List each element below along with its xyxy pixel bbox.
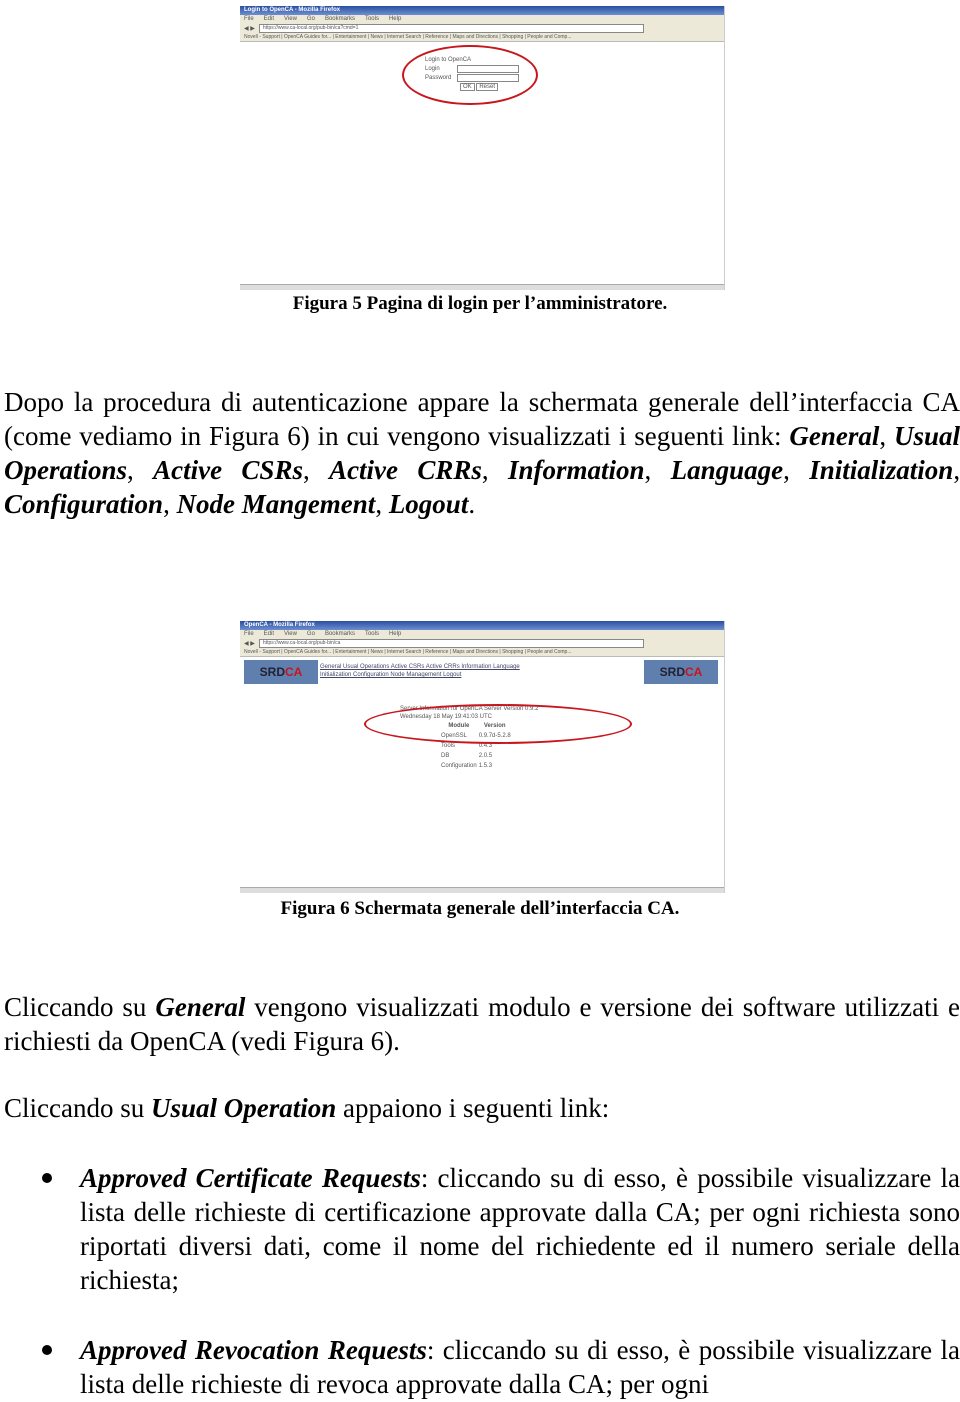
link-configuration: Configuration — [4, 489, 164, 519]
link-language: Language — [670, 455, 784, 485]
window-title: OpenCA - Mozilla Firefox — [240, 621, 724, 630]
srd-ca-logo-left: SRDCA — [244, 660, 318, 684]
menu-view: View — [284, 16, 297, 22]
link-active-csrs: Active CSRs — [153, 455, 303, 485]
menu-file: File — [244, 631, 254, 637]
annotation-ellipse — [364, 704, 632, 744]
paragraph-1: Dopo la procedura di autenticazione appa… — [4, 387, 960, 519]
menu-bookmarks: Bookmarks — [324, 631, 355, 637]
logo-text: SRD — [659, 665, 685, 679]
paragraph-3: Cliccando su Usual Operation appaiono i … — [4, 1091, 960, 1125]
nav-line: General Usual Operations Active CSRs Act… — [320, 664, 520, 670]
figure6-caption: Figura 6 Schermata generale dell’interfa… — [280, 898, 680, 919]
link-general: General — [155, 992, 246, 1022]
logo-accent: CA — [685, 665, 703, 679]
menu-help: Help — [388, 16, 402, 22]
menu-tools: Tools — [364, 16, 379, 22]
nav-bar: ◀ ▶ https://www.ca-local.org/pub-bin/ca — [240, 638, 724, 648]
bullet-icon — [42, 1345, 52, 1355]
logo-accent: CA — [285, 665, 303, 679]
menu-go: Go — [306, 16, 315, 22]
link-initialization: Initialization — [809, 455, 954, 485]
menu-tools: Tools — [364, 631, 379, 637]
cell: 1.5.3 — [478, 763, 493, 769]
status-bar — [240, 887, 724, 893]
nav-links: General Usual Operations Active CSRs Act… — [320, 663, 520, 679]
bullet-title: Approved Revocation Requests — [80, 1335, 427, 1365]
table-row: DB 2.0.5 — [440, 751, 512, 761]
url-field: https://www.ca-local.org/pub-bin/ca?cmd=… — [258, 23, 644, 33]
nav-line: Initialization Configuration Node Manage… — [320, 672, 462, 678]
link-active-crrs: Active CRRs — [329, 455, 482, 485]
cell: DB — [441, 753, 450, 759]
link-node-management: Node Mangement — [176, 489, 376, 519]
annotation-ellipse — [402, 45, 538, 105]
bookmarks-bar: Novell - Support | OpenCA Guides for... … — [240, 33, 724, 42]
list-item: Approved Certificate Requests: cliccando… — [80, 1161, 960, 1297]
link-general: General — [789, 421, 880, 451]
bookmarks-bar: Novell - Support | OpenCA Guides for... … — [240, 648, 724, 657]
menu-bar: File Edit View Go Bookmarks Tools Help — [240, 15, 724, 23]
menu-edit: Edit — [263, 631, 275, 637]
menu-bookmarks: Bookmarks — [324, 16, 355, 22]
link-information: Information — [508, 455, 645, 485]
figure6-screenshot: OpenCA - Mozilla Firefox File Edit View … — [240, 621, 725, 893]
list-item: Approved Revocation Requests: cliccando … — [80, 1333, 960, 1401]
cell: Configuration — [441, 763, 477, 769]
menu-view: View — [284, 631, 297, 637]
menu-edit: Edit — [263, 16, 275, 22]
srd-ca-logo-right: SRDCA — [644, 660, 718, 684]
link-usual-operation: Usual Operation — [150, 1093, 337, 1123]
menu-go: Go — [306, 631, 315, 637]
paragraph-text: Cliccando su — [4, 1093, 151, 1123]
table-row: Configuration 1.5.3 — [440, 761, 512, 771]
menu-bar: File Edit View Go Bookmarks Tools Help — [240, 630, 724, 638]
nav-bar: ◀ ▶ https://www.ca-local.org/pub-bin/ca?c… — [240, 23, 724, 33]
status-bar — [240, 284, 724, 290]
url-field: https://www.ca-local.org/pub-bin/ca — [258, 638, 644, 648]
paragraph-text: appaiono i seguenti link: — [336, 1093, 610, 1123]
back-icon: ◀ ▶ — [244, 640, 255, 647]
figure5-caption: Figura 5 Pagina di login per l’amministr… — [292, 293, 668, 314]
paragraph-2: Cliccando su General vengono visualizzat… — [4, 990, 960, 1058]
window-title: Login to OpenCA - Mozilla Firefox — [240, 6, 724, 15]
link-logout: Logout — [388, 489, 469, 519]
bullet-title: Approved Certificate Requests — [80, 1163, 421, 1193]
back-icon: ◀ ▶ — [244, 25, 255, 32]
menu-file: File — [244, 16, 254, 22]
bullet-icon — [42, 1173, 52, 1183]
paragraph-text: Cliccando su — [4, 992, 156, 1022]
menu-help: Help — [388, 631, 402, 637]
logo-text: SRD — [259, 665, 285, 679]
cell: 2.0.5 — [478, 753, 493, 759]
